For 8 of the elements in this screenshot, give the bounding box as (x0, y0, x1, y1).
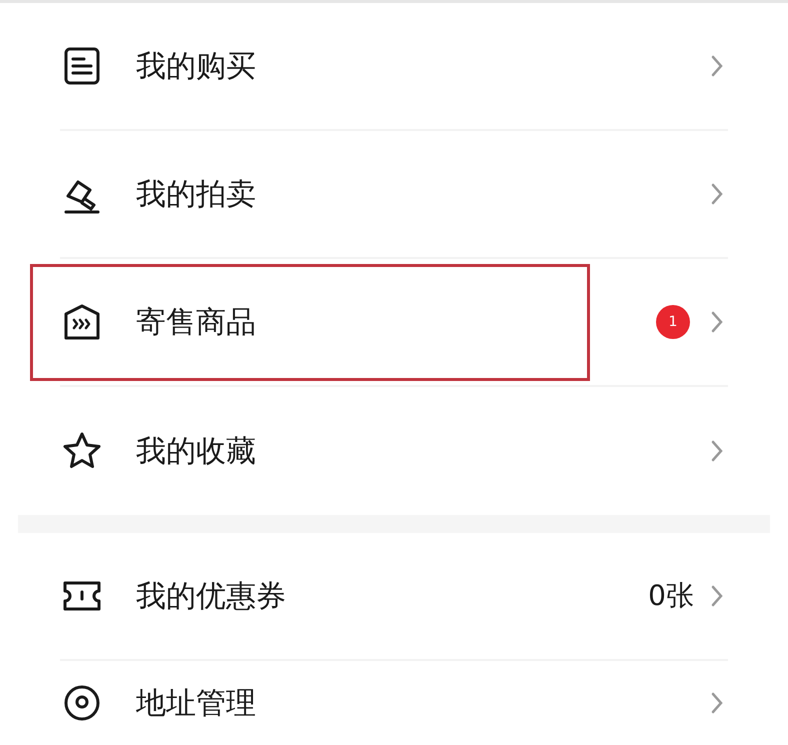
count-text: 0张 (648, 578, 694, 614)
chevron-icon (710, 584, 724, 608)
chevron-icon (710, 310, 724, 334)
chevron-icon (710, 691, 724, 715)
chevron-icon (710, 439, 724, 463)
chevron-icon (710, 54, 724, 78)
chevron-icon (710, 182, 724, 206)
notification-badge: 1 (656, 305, 690, 339)
